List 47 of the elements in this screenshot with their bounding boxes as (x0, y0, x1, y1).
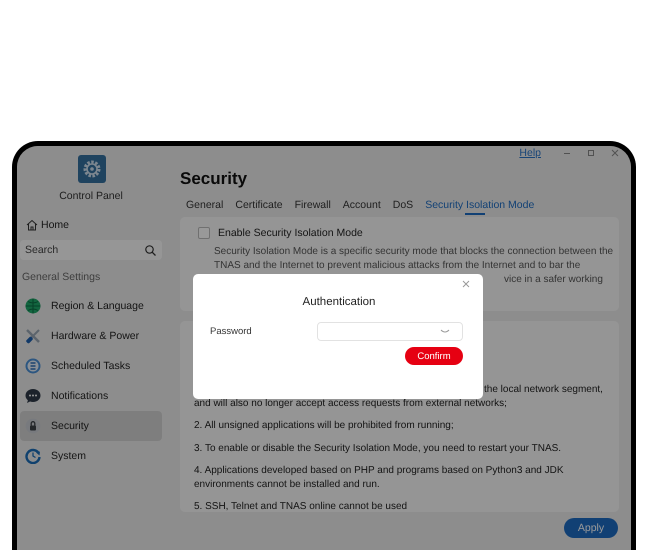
note-text: 4. Applications developed based on PHP and programs based on Python3 and JDK environments cannot be installed and run. (194, 464, 565, 491)
note-text: 3. To enable or disable the Security Isolation Mode, you need to restart your TNAS. (194, 442, 562, 455)
help-link[interactable]: Help (519, 147, 541, 159)
sidebar-item[interactable]: Hardware & Power (20, 321, 162, 351)
globe-icon (25, 298, 41, 314)
eye-closed-icon (440, 329, 450, 334)
sidebar-item[interactable]: System (20, 441, 162, 471)
checkbox-label: Enable Security Isolation Mode (218, 227, 363, 239)
dialog-title: Authentication (302, 296, 376, 308)
tab[interactable]: Firewall (294, 199, 331, 217)
sidebar-item[interactable]: Notifications (20, 381, 162, 411)
sidebar-item[interactable]: Region & Language (20, 291, 162, 321)
section-heading: General Settings (22, 271, 102, 283)
note-text: the local network segment, (484, 383, 603, 396)
apply-button[interactable]: Apply (564, 518, 618, 538)
tools-icon (25, 328, 41, 344)
tab[interactable]: Certificate (235, 199, 283, 217)
description-text: Security Isolation Mode is a specific security mode that blocks the connection between the (214, 245, 614, 259)
confirm-button[interactable]: Confirm (405, 347, 463, 365)
sidebar-item[interactable]: Security (20, 411, 162, 441)
note-text: 2. All unsigned applications will be prohibited from running; (194, 419, 454, 432)
maximize-icon (587, 149, 595, 157)
search-field[interactable]: Search (20, 240, 162, 260)
tab[interactable]: DoS (392, 199, 414, 217)
field-label: Password (210, 326, 252, 337)
list-icon (25, 358, 41, 374)
password-field[interactable] (317, 322, 463, 341)
tab[interactable]: General (186, 199, 224, 217)
close-icon (611, 149, 619, 157)
app-title: Control Panel (59, 190, 123, 202)
description-text: vice in a safer working (504, 273, 603, 287)
refresh-clock-icon (25, 448, 41, 464)
chat-bubble-icon (25, 388, 41, 404)
tab[interactable]: Account (342, 199, 381, 217)
home-link[interactable]: Home (20, 218, 162, 232)
close-icon (462, 280, 470, 288)
page-title: Security (180, 169, 248, 189)
lock-icon (25, 418, 41, 434)
gear-icon (78, 155, 106, 183)
checkbox[interactable] (198, 227, 210, 239)
home-icon (26, 219, 38, 231)
sidebar-item[interactable]: Scheduled Tasks (20, 351, 162, 381)
tab[interactable]: Security Isolation Mode (425, 199, 534, 217)
note-text: 5. SSH, Telnet and TNAS online cannot be used (194, 500, 408, 512)
search-icon (145, 245, 156, 256)
description-text: TNAS and the Internet to prevent malicious attacks from the Internet and to bar the (214, 259, 580, 273)
note-text: and will also no longer accept access requests from external networks; (194, 396, 507, 410)
